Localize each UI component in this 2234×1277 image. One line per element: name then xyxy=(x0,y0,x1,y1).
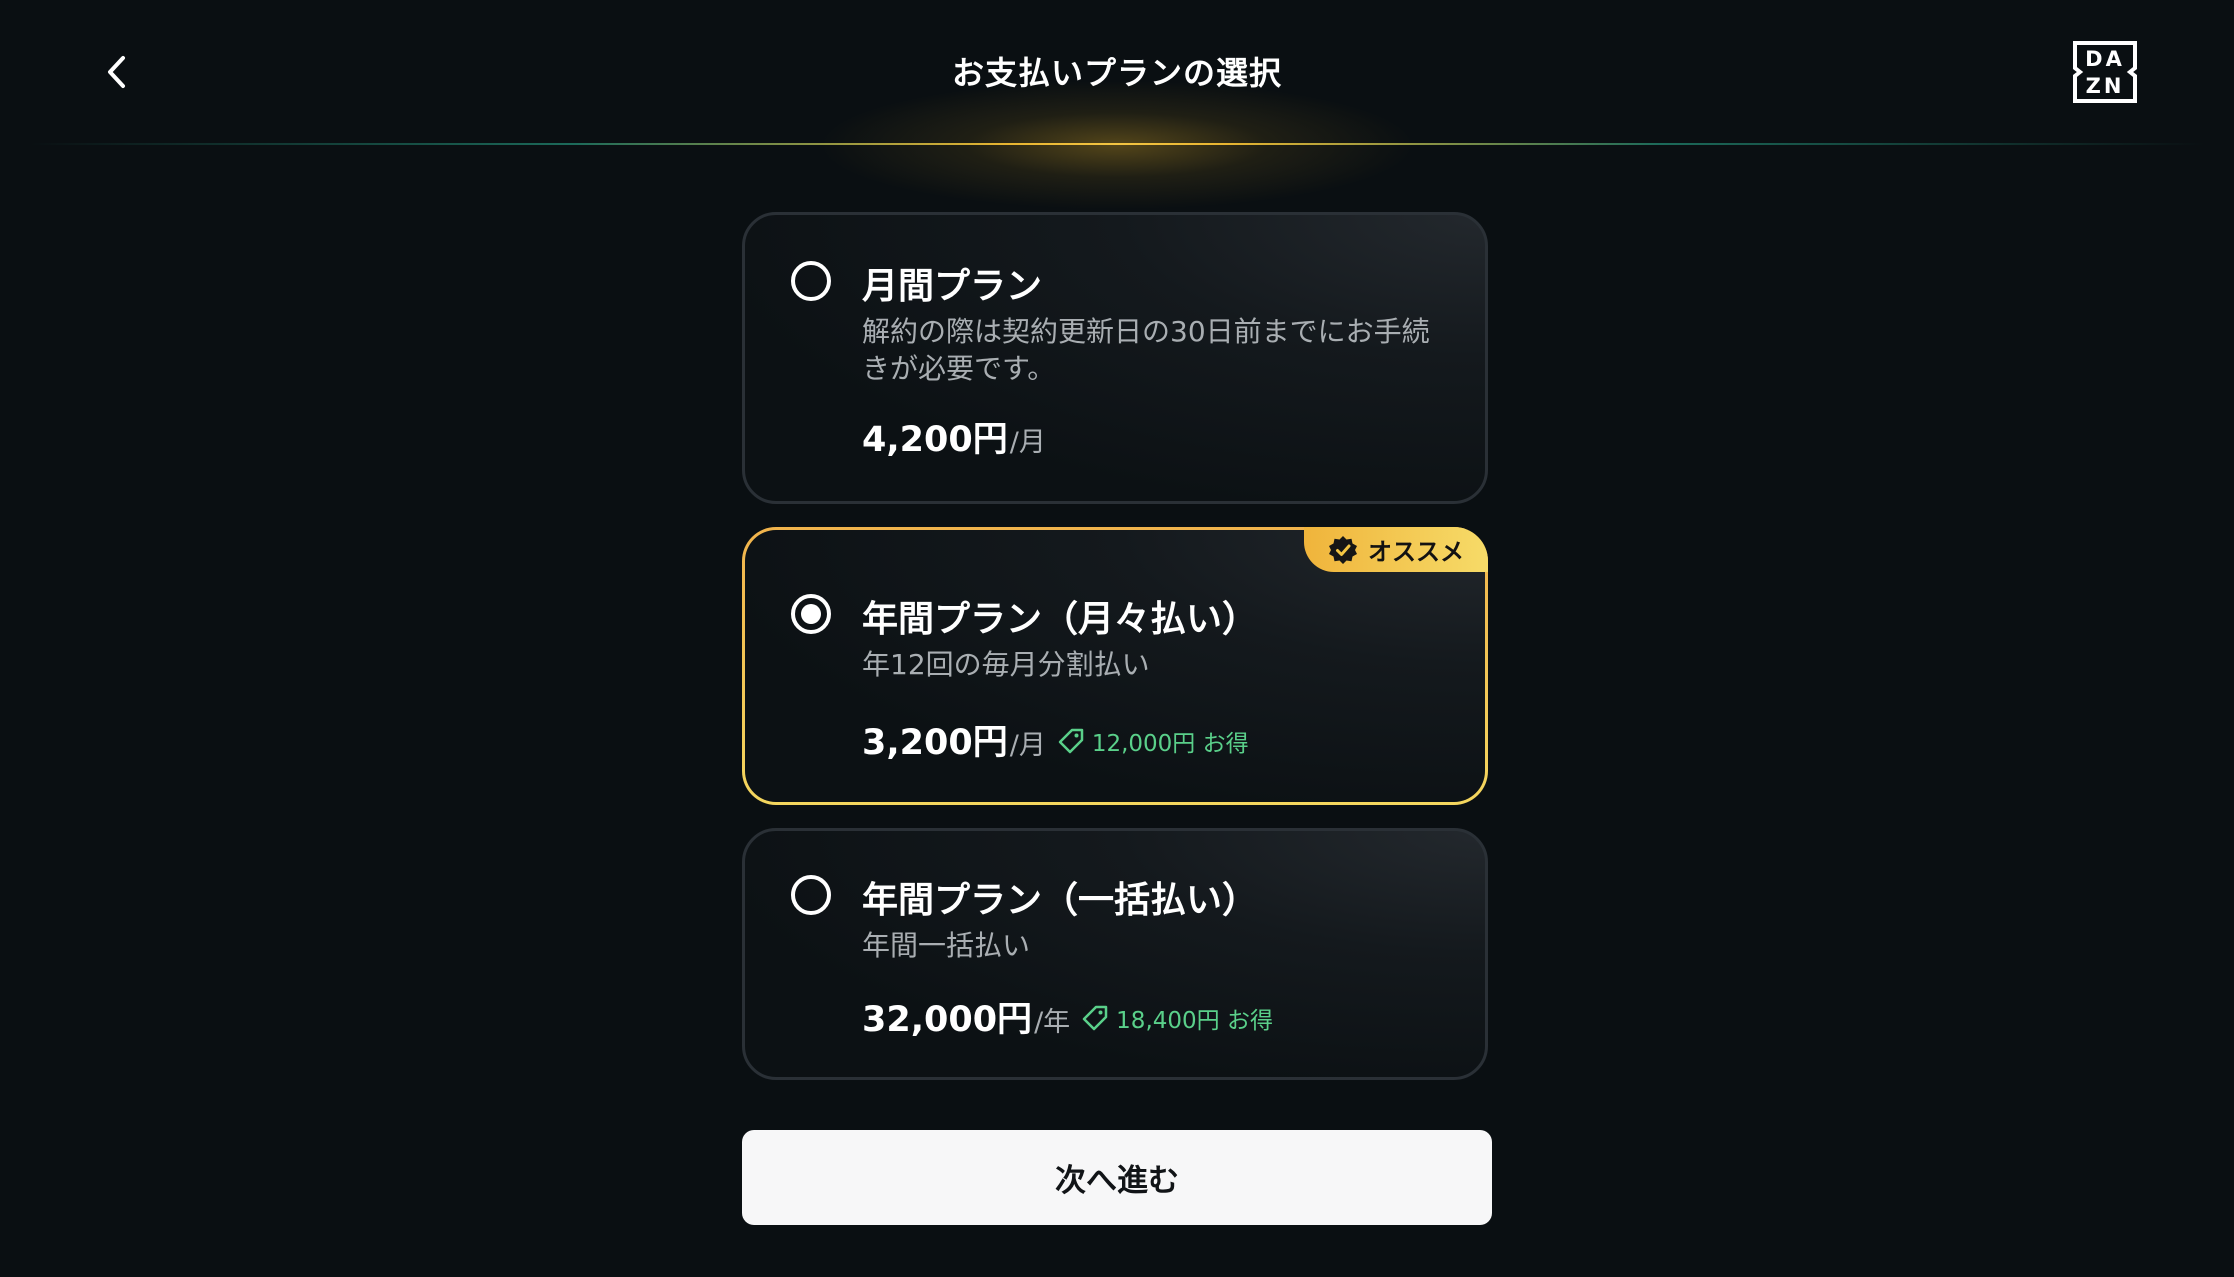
page-title: お支払いプランの選択 xyxy=(951,54,1282,92)
price-row: 32,000円 /年 18,400円 お得 xyxy=(862,991,1273,1042)
next-button[interactable]: 次へ進む xyxy=(742,1130,1492,1225)
next-button-label: 次へ進む xyxy=(1055,1163,1179,1199)
savings-text: 12,000円 お得 xyxy=(1091,731,1249,757)
radio-button-selected[interactable] xyxy=(791,594,831,634)
header: お支払いプランの選択 DA ZN xyxy=(0,0,2234,145)
plan-name: 年間プラン（一括払い） xyxy=(862,880,1259,921)
header-divider xyxy=(30,143,2204,145)
plan-card-monthly[interactable]: 月間プラン 解約の際は契約更新日の30日前までにお手続きが必要です。 4,200… xyxy=(742,212,1488,504)
recommended-badge: オススメ xyxy=(1304,527,1488,572)
plan-price: 32,000円 xyxy=(862,1000,1033,1040)
verified-check-icon xyxy=(1329,535,1357,564)
badge-label: オススメ xyxy=(1368,538,1464,566)
price-row: 4,200円 /月 xyxy=(862,411,1046,462)
plan-description: 解約の際は契約更新日の30日前までにお手続きが必要です。 xyxy=(862,315,1430,385)
dazn-logo[interactable]: DA ZN xyxy=(2072,40,2138,104)
savings-label: 12,000円 お得 xyxy=(1058,724,1249,758)
logo-text-bottom: ZN xyxy=(2086,74,2125,98)
price-unit: /月 xyxy=(1009,427,1046,458)
plan-selection-screen: お支払いプランの選択 DA ZN 月間プラン 解約の際は契約更新日の30日前まで… xyxy=(0,0,2234,1277)
plan-card-annual-lump[interactable]: 年間プラン（一括払い） 年間一括払い 32,000円 /年 18,400円 お得 xyxy=(742,828,1488,1080)
price-unit: /年 xyxy=(1034,1007,1071,1038)
price-tag-icon xyxy=(1058,728,1084,754)
plan-card-annual-monthly[interactable]: オススメ 年間プラン（月々払い） 年12回の毎月分割払い 3,200円 /月 1… xyxy=(742,527,1488,805)
plan-price: 3,200円 xyxy=(862,723,1008,763)
price-unit: /月 xyxy=(1009,730,1046,761)
logo-text-top: DA xyxy=(2085,47,2125,71)
savings-label: 18,400円 お得 xyxy=(1082,1001,1273,1035)
plan-description: 年12回の毎月分割払い xyxy=(862,648,1150,681)
plan-price: 4,200円 xyxy=(862,420,1008,460)
radio-button[interactable] xyxy=(791,261,831,301)
price-tag-icon xyxy=(1082,1005,1108,1031)
savings-text: 18,400円 お得 xyxy=(1116,1008,1273,1034)
radio-button[interactable] xyxy=(791,875,831,915)
plan-name: 年間プラン（月々払い） xyxy=(862,599,1259,640)
price-row: 3,200円 /月 12,000円 お得 xyxy=(862,714,1249,765)
plan-description: 年間一括払い xyxy=(862,929,1031,962)
plan-name: 月間プラン xyxy=(862,266,1043,307)
